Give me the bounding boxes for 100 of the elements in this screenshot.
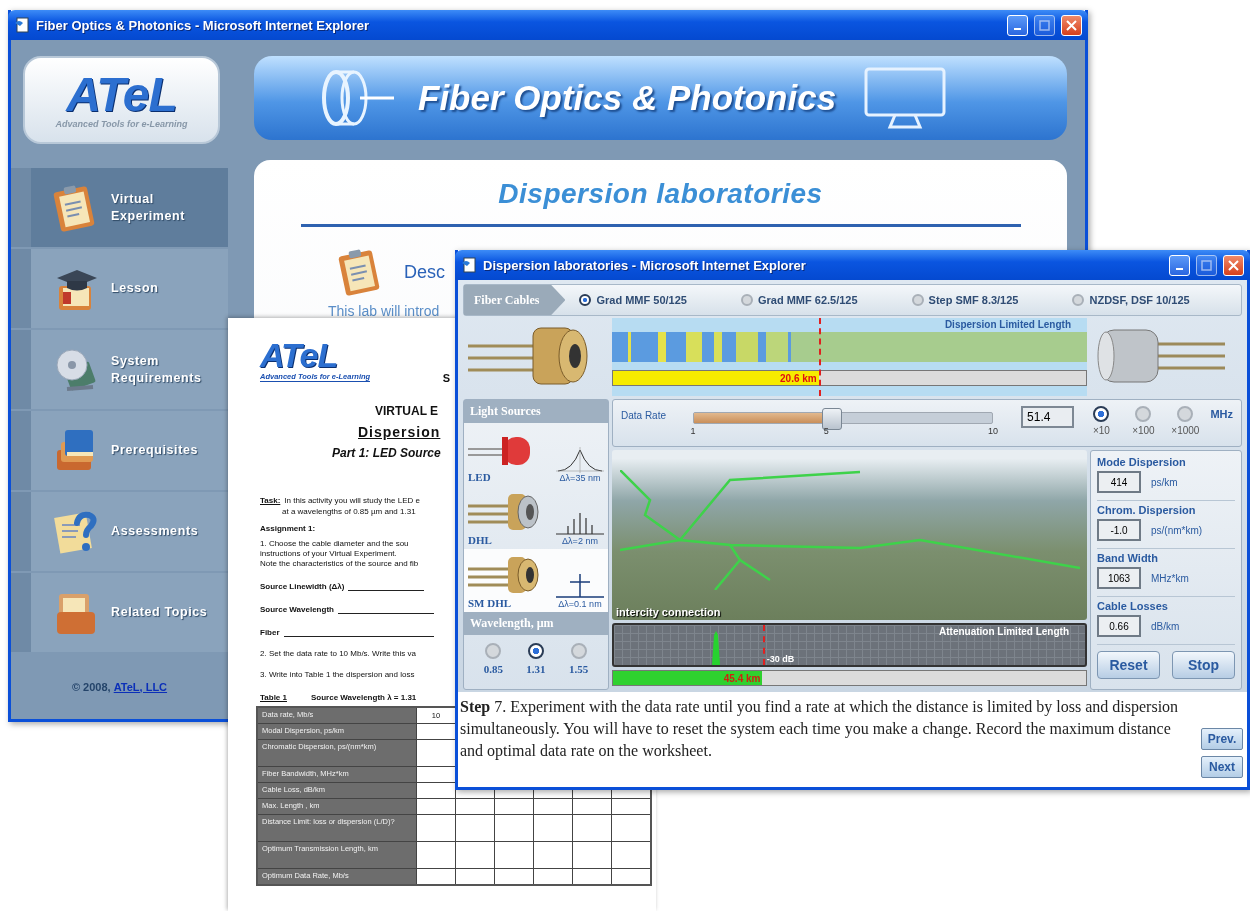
distance-value: 20.6 km (780, 372, 818, 384)
sidebar-label: Related Topics (111, 604, 209, 621)
reading-value: -1.0 (1097, 519, 1141, 541)
radio-button[interactable] (1177, 406, 1194, 422)
light-source-option[interactable]: DHL Δλ=2 nm (464, 486, 608, 549)
chart-title: Dispersion Limited Length (944, 319, 1071, 330)
sidebar-label: System Requirements (111, 352, 203, 387)
fiber-radio-option[interactable]: Step SMF 8.3/125 (911, 294, 1019, 306)
radio-button[interactable] (740, 294, 753, 306)
spectrum-curve-icon (556, 447, 604, 473)
worksheet-title: VIRTUAL E (375, 404, 439, 418)
maximize-button[interactable] (1196, 254, 1217, 276)
close-button[interactable] (1223, 254, 1244, 276)
wavelength-option[interactable]: 1.55 (569, 643, 589, 675)
panel-title: Light Sources (464, 400, 608, 423)
source-label: SM DHL (468, 597, 513, 609)
linewidth-text: Δλ=2 nm (562, 536, 598, 546)
minimize-button[interactable] (1007, 14, 1028, 36)
assignment-title: Assignment 1: (260, 524, 316, 533)
maximize-icon (1039, 19, 1050, 31)
task-text: at a wavelengths of 0.85 µm and 1.31 (282, 507, 416, 516)
reading-unit: ps/(nm*km) (1151, 524, 1203, 536)
task-text: In this activity you will study the LED e (284, 496, 420, 505)
reading-value: 0.66 (1097, 615, 1141, 637)
task-label: Task: (260, 496, 281, 505)
reading-label: Mode Dispersion (1097, 456, 1187, 468)
sidebar-label: Prerequisites (111, 442, 199, 459)
radio-button[interactable] (911, 294, 924, 306)
reading-value: 414 (1097, 471, 1141, 493)
company-link[interactable]: ATeL, LLC (113, 680, 168, 693)
window-title: Fiber Optics & Photonics - Microsoft Internet Explorer (36, 17, 370, 33)
page-heading: Dispersion laboratories (498, 178, 823, 210)
minimize-icon (1014, 28, 1021, 30)
action-button[interactable]: Stop (1172, 651, 1235, 679)
nav-button[interactable]: Next (1201, 756, 1243, 778)
field-label: Source Wavelength (260, 605, 334, 614)
radio-button[interactable] (1072, 294, 1085, 306)
maximize-icon (1201, 259, 1212, 271)
sidebar-item[interactable]: Virtual Experiment (11, 168, 228, 247)
fiber-radio-option[interactable]: Grad MMF 50/125 (579, 294, 687, 306)
field-label: Fiber (260, 628, 280, 637)
page-icon (461, 257, 477, 273)
radio-button[interactable] (1135, 406, 1152, 422)
panel-title: Wavelength, µm (464, 612, 608, 635)
instruction-text: 3. Write into Table 1 the dispersion and loss (260, 670, 415, 679)
action-button[interactable]: Reset (1097, 651, 1160, 679)
wavelength-option[interactable]: 0.85 (483, 643, 503, 675)
logo-tagline: Advanced Tools for e-Learning (55, 119, 188, 129)
table-caption: Table 1 (260, 693, 287, 702)
spectrum-line-icon (556, 573, 604, 599)
fiber-radio-option[interactable]: Grad MMF 62.5/125 (740, 294, 858, 306)
multiplier-option[interactable]: ×10 (1084, 406, 1119, 436)
signal-spike-icon (712, 631, 720, 665)
multiplier-option[interactable]: ×1000 (1168, 406, 1203, 436)
reading-unit: ps/km (1151, 476, 1178, 488)
rate-value-field[interactable]: 51.4 (1021, 406, 1075, 428)
distance-value: 45.4 km (723, 672, 762, 684)
description-text: This lab will introd (328, 303, 440, 319)
instruction-text: 2. Set the data rate to 10 Mb/s. Write this va (260, 649, 416, 658)
instruction-text: instructions of your Virtual Experiment. (260, 549, 397, 558)
close-button[interactable] (1061, 14, 1082, 36)
instruction-text: Note the characteristics of the source and fib (260, 559, 419, 568)
threshold-label: -30 dB (766, 654, 795, 664)
cut-off-text: S (442, 372, 450, 384)
close-icon (1228, 259, 1239, 271)
radio-button[interactable] (579, 294, 592, 306)
slider-thumb[interactable] (822, 408, 843, 430)
radio-button[interactable] (570, 643, 587, 659)
page-icon (14, 17, 30, 33)
reading-label: Cable Losses (1097, 600, 1169, 612)
reading-unit: MHz*km (1151, 572, 1189, 584)
linewidth-text: Δλ=0.1 nm (558, 599, 602, 609)
data-rate-label: Data Rate (621, 410, 668, 421)
linewidth-text: Δλ=35 nm (559, 473, 601, 483)
multiplier-option[interactable]: ×100 (1126, 406, 1161, 436)
table-subtitle: Source Wavelength λ = 1.31 (311, 693, 417, 702)
sidebar-label: Virtual Experiment (111, 190, 187, 225)
sidebar-label: Assessments (111, 523, 200, 540)
reading-label: Band Width (1097, 552, 1159, 564)
worksheet-part-title: Part 1: LED Source (332, 446, 441, 460)
fiber-cables-label: Fiber Cables (464, 285, 566, 315)
radio-button[interactable] (485, 643, 502, 659)
radio-button[interactable] (1093, 406, 1110, 422)
field-label: Source Linewidth (Δλ) (260, 582, 345, 591)
sidebar-label: Lesson (111, 280, 160, 297)
wavelength-option[interactable]: 1.31 (526, 643, 546, 675)
radio-button[interactable] (528, 643, 544, 659)
close-icon (1066, 19, 1077, 31)
step-instructions: Step 7. Experiment with the data rate until you find a rate at which the distance is limited by loss and dispersion simultaneously. You will have to reset the system each time you make a change. Record the maximum distance and optimal data rate on the worksheet. (460, 697, 1180, 762)
maximize-button[interactable] (1034, 14, 1055, 36)
tick-label: 10 (988, 426, 999, 436)
fiber-radio-option[interactable]: NZDSF, DSF 10/125 (1072, 294, 1190, 306)
minimize-icon (1176, 268, 1183, 270)
minimize-button[interactable] (1169, 254, 1190, 276)
light-source-option[interactable]: SM DHL Δλ=0.1 nm (464, 549, 608, 612)
instruction-text: 1. Choose the cable diameter and the sou (260, 539, 409, 548)
banner-title: Fiber Optics & Photonics (418, 78, 837, 118)
nav-button[interactable]: Prev. (1201, 728, 1243, 750)
source-label: LED (468, 471, 492, 483)
light-source-option[interactable]: LED Δλ=35 nm (464, 423, 608, 486)
